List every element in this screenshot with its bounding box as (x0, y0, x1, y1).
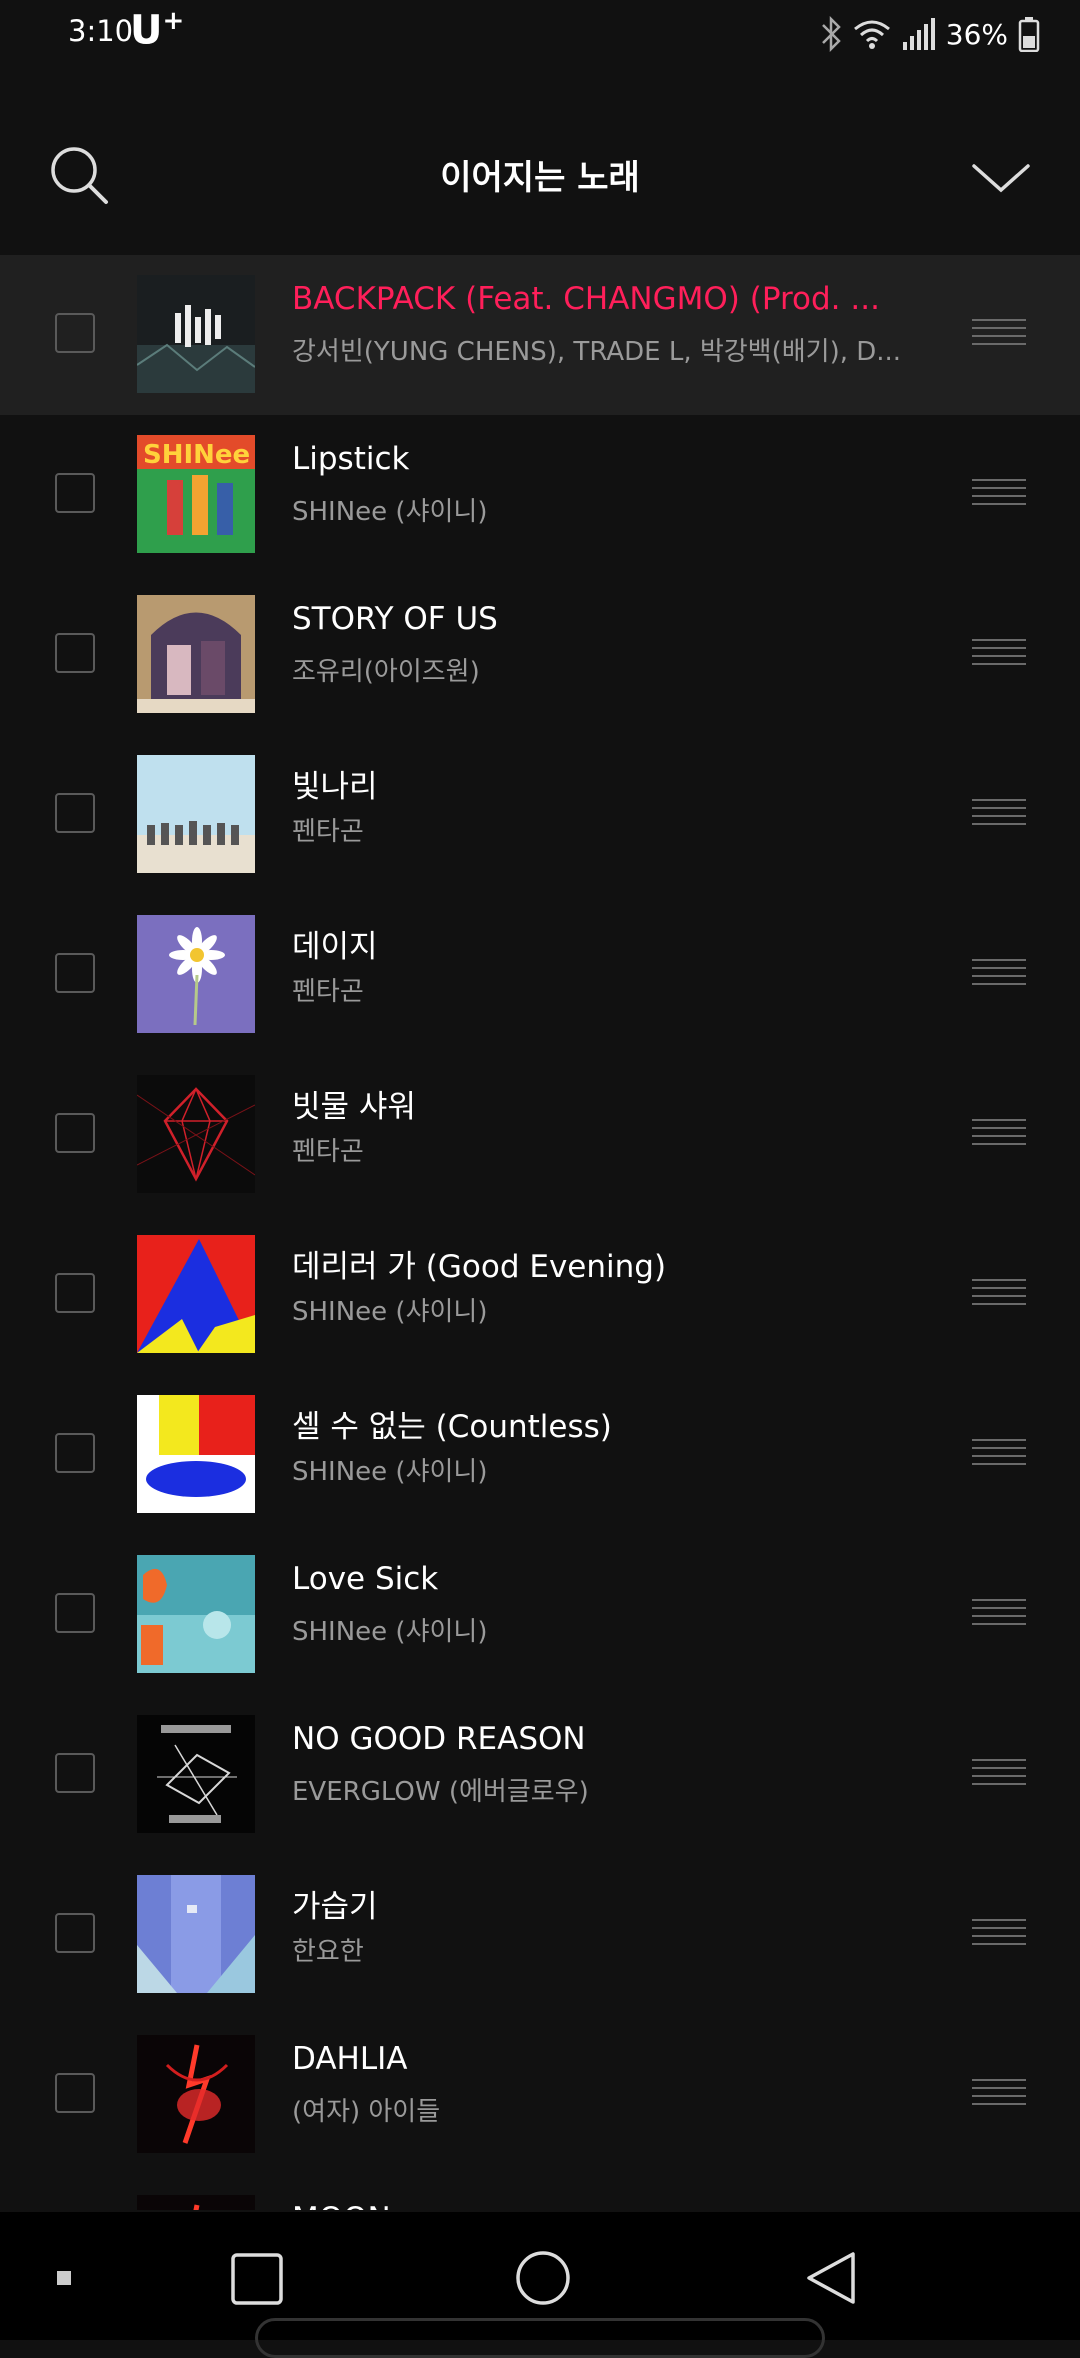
album-art: SHINee (137, 435, 255, 553)
track-artist: 펜타곤 (292, 1137, 364, 1167)
track-title: MOON (292, 2201, 932, 2210)
track-row[interactable]: 셀 수 없는 (Countless) SHINee (샤이니) (0, 1375, 1080, 1535)
album-art (137, 1235, 255, 1353)
select-checkbox[interactable] (55, 1593, 95, 1633)
track-title: 빗물 샤워 (292, 1089, 416, 1125)
collapse-button[interactable] (970, 158, 1032, 198)
track-artist: 펜타곤 (292, 817, 364, 847)
album-art (137, 2035, 255, 2153)
select-checkbox[interactable] (55, 1273, 95, 1313)
track-title: NO GOOD REASON (292, 1721, 586, 1757)
track-artist: SHINee (샤이니) (292, 497, 488, 527)
track-artist: 펜타곤 (292, 977, 364, 1007)
carrier-logo: U+ (130, 6, 185, 54)
drag-handle-icon[interactable] (972, 1279, 1026, 1305)
battery-percent: 36% (945, 17, 1008, 51)
album-art (137, 2195, 255, 2210)
track-title: 셀 수 없는 (Countless) (292, 1409, 612, 1445)
track-title: BACKPACK (Feat. CHANGMO) (Prod. ... (292, 281, 880, 317)
drag-handle-icon[interactable] (972, 1599, 1026, 1625)
track-row[interactable]: 빗물 샤워 펜타곤 (0, 1055, 1080, 1215)
album-art (137, 275, 255, 393)
bluetooth-icon (821, 16, 841, 52)
album-art (137, 595, 255, 713)
select-checkbox[interactable] (55, 1113, 95, 1153)
drag-handle-icon[interactable] (972, 1759, 1026, 1785)
track-row[interactable]: MOON (0, 2175, 1080, 2210)
select-checkbox[interactable] (55, 793, 95, 833)
track-title: 데리러 가 (Good Evening) (292, 1249, 667, 1285)
track-list[interactable]: BACKPACK (Feat. CHANGMO) (Prod. ... 강서빈(… (0, 255, 1080, 2210)
track-title: 빛나리 (292, 769, 378, 805)
track-row[interactable]: 빛나리 펜타곤 (0, 735, 1080, 895)
track-title: 데이지 (292, 929, 378, 965)
dot-icon (57, 2271, 71, 2285)
drag-handle-icon[interactable] (972, 959, 1026, 985)
select-checkbox[interactable] (55, 313, 95, 353)
album-art (137, 1715, 255, 1833)
track-row[interactable]: Love Sick SHINee (샤이니) (0, 1535, 1080, 1695)
drag-handle-icon[interactable] (972, 2079, 1026, 2105)
track-artist: SHINee (샤이니) (292, 1617, 488, 1647)
battery-icon (1018, 17, 1040, 52)
track-artist: SHINee (샤이니) (292, 1457, 488, 1487)
track-artist: 한요한 (292, 1937, 364, 1967)
track-title: STORY OF US (292, 601, 498, 637)
track-title: Lipstick (292, 441, 410, 477)
chevron-down-icon (972, 164, 1030, 193)
square-icon[interactable] (230, 2252, 284, 2306)
track-title: 가습기 (292, 1889, 378, 1925)
select-checkbox[interactable] (55, 633, 95, 673)
circle-icon[interactable] (515, 2250, 571, 2306)
drag-handle-icon[interactable] (972, 319, 1026, 345)
track-artist: 강서빈(YUNG CHENS), TRADE L, 박강백(배기), D... (292, 337, 902, 367)
status-time: 3:10 (68, 14, 134, 48)
select-checkbox[interactable] (55, 953, 95, 993)
signal-icon (902, 18, 935, 50)
track-artist: EVERGLOW (에버글로우) (292, 1777, 589, 1807)
triangle-back-icon[interactable] (805, 2250, 857, 2306)
track-artist: (여자) 아이들 (292, 2097, 441, 2127)
drag-handle-icon[interactable] (972, 1919, 1026, 1945)
track-artist: SHINee (샤이니) (292, 1297, 488, 1327)
drag-handle-icon[interactable] (972, 1439, 1026, 1465)
track-artist: 조유리(아이즈원) (292, 657, 480, 687)
gesture-bar (255, 2318, 825, 2358)
track-row[interactable]: DAHLIA (여자) 아이들 (0, 2015, 1080, 2175)
track-row[interactable]: 데이지 펜타곤 (0, 895, 1080, 1055)
select-checkbox[interactable] (55, 2073, 95, 2113)
svg-text:SHINee: SHINee (143, 440, 250, 470)
status-bar: 3:10 U+ 36% (0, 0, 1080, 72)
page-title: 이어지는 노래 (440, 158, 640, 198)
drag-handle-icon[interactable] (972, 1119, 1026, 1145)
drag-handle-icon[interactable] (972, 479, 1026, 505)
select-checkbox[interactable] (55, 1433, 95, 1473)
select-checkbox[interactable] (55, 473, 95, 513)
select-checkbox[interactable] (55, 1913, 95, 1953)
album-art (137, 1875, 255, 1993)
album-art (137, 915, 255, 1033)
select-checkbox[interactable] (55, 1753, 95, 1793)
album-art (137, 1395, 255, 1513)
wifi-icon (853, 20, 890, 49)
album-art (137, 755, 255, 873)
track-row[interactable]: 가습기 한요한 (0, 1855, 1080, 2015)
status-icons: 36% (820, 14, 1040, 54)
drag-handle-icon[interactable] (972, 799, 1026, 825)
queue-header: 이어지는 노래 (0, 100, 1080, 250)
album-art (137, 1555, 255, 1673)
track-row[interactable]: 데리러 가 (Good Evening) SHINee (샤이니) (0, 1215, 1080, 1375)
track-title: DAHLIA (292, 2041, 408, 2077)
track-row[interactable]: BACKPACK (Feat. CHANGMO) (Prod. ... 강서빈(… (0, 255, 1080, 415)
track-title: Love Sick (292, 1561, 439, 1597)
track-row[interactable]: NO GOOD REASON EVERGLOW (에버글로우) (0, 1695, 1080, 1855)
album-art (137, 1075, 255, 1193)
track-row[interactable]: STORY OF US 조유리(아이즈원) (0, 575, 1080, 735)
track-row[interactable]: SHINee Lipstick SHINee (샤이니) (0, 415, 1080, 575)
drag-handle-icon[interactable] (972, 639, 1026, 665)
